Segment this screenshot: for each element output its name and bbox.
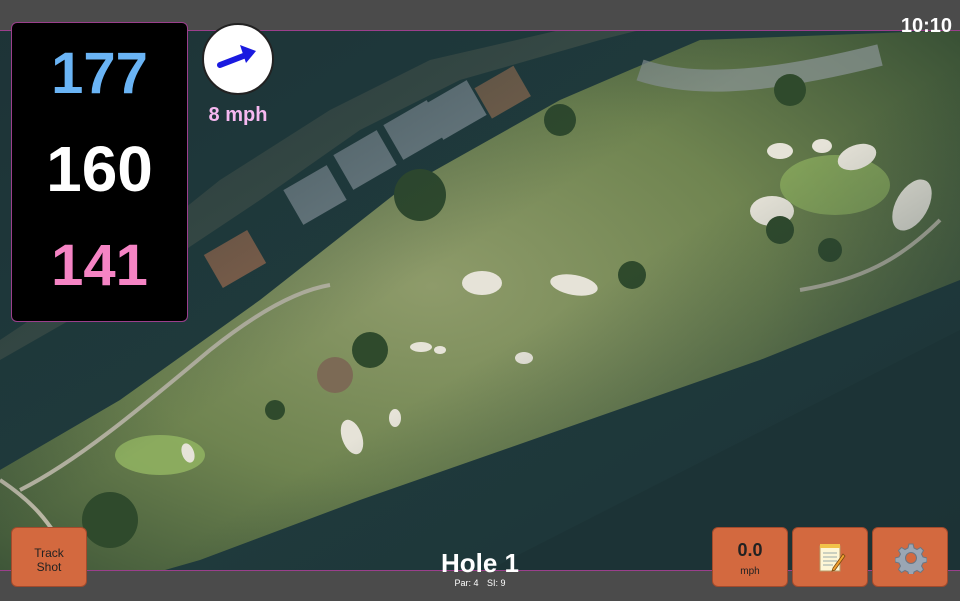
track-shot-label-line2: Shot <box>36 560 62 574</box>
distance-front: 141 <box>51 233 148 298</box>
hole-meta: Par: 4 SI: 9 <box>380 578 580 588</box>
hole-stroke-index: SI: 9 <box>487 578 506 588</box>
hole-par: Par: 4 <box>454 578 479 588</box>
arrow-icon <box>217 45 256 68</box>
track-shot-button[interactable]: Track Shot <box>11 527 87 587</box>
track-shot-label-line1: Track <box>34 546 64 560</box>
speed-value: 0.0 <box>737 540 763 560</box>
speed-button[interactable]: 0.0 mph <box>712 527 788 587</box>
clock: 10:10 <box>900 15 952 37</box>
speed-unit: mph <box>740 566 760 577</box>
distance-middle: 160 <box>46 133 153 205</box>
distance-panel: 177 160 141 <box>11 22 188 322</box>
wind-direction-indicator <box>202 23 274 95</box>
wind-speed-label: 8 mph <box>208 104 268 126</box>
notepad-icon <box>819 544 846 572</box>
gear-icon <box>895 543 927 574</box>
hole-title: Hole 1 <box>440 548 520 578</box>
notes-button[interactable] <box>792 527 868 587</box>
distance-back: 177 <box>51 41 148 106</box>
settings-button[interactable] <box>872 527 948 587</box>
